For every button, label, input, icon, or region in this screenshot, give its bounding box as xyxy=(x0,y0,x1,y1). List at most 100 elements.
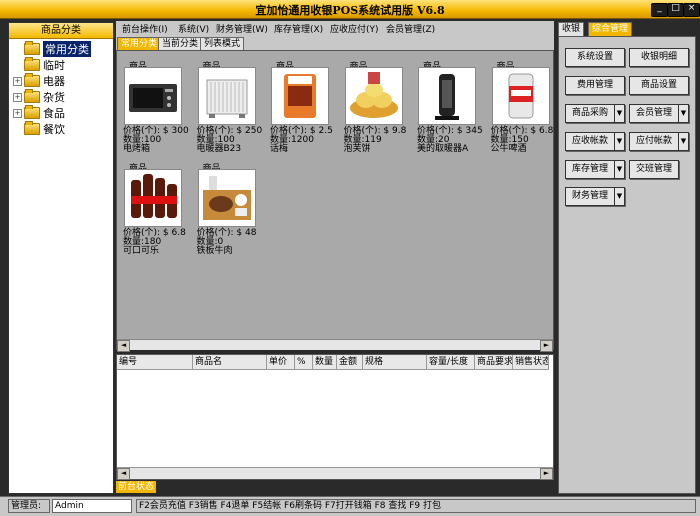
product-settings-button[interactable]: 商品设置 xyxy=(629,76,689,95)
inventory-dropdown-icon[interactable]: ▼ xyxy=(614,160,625,179)
operator-name: Admin xyxy=(52,499,132,513)
finance-dropdown-icon[interactable]: ▼ xyxy=(614,187,625,206)
tab-current[interactable]: 当前分类 xyxy=(158,37,203,51)
category-label: 餐饮 xyxy=(43,123,65,136)
product-image[interactable] xyxy=(491,67,550,125)
tab-common[interactable]: 常用分类 xyxy=(117,37,162,51)
category-label: 常用分类 xyxy=(43,41,91,57)
category-panel: 商品分类 常用分类 临时 + 电器 + 杂货 + 食品 餐饮 xyxy=(8,22,114,494)
product-info: 价格(个): $ 300 数量:100 电烤箱 xyxy=(123,127,189,154)
system-settings-button[interactable]: 系统设置 xyxy=(565,48,625,67)
column-header[interactable]: 金额 xyxy=(337,355,363,370)
minimize-button[interactable]: _ xyxy=(651,3,668,17)
tab-general-management[interactable]: 综合管理 xyxy=(588,22,633,36)
view-tabs: 常用分类 当前分类 列表模式 xyxy=(116,36,554,51)
menu-receivables[interactable]: 应收应付(Y) xyxy=(330,22,379,35)
scroll-right-icon[interactable]: ► xyxy=(540,468,553,480)
menu-front-desk[interactable]: 前台操作(I) xyxy=(122,22,168,35)
receivables-dropdown-icon[interactable]: ▼ xyxy=(614,132,625,151)
scroll-left-icon[interactable]: ◄ xyxy=(117,468,130,480)
column-header[interactable]: % xyxy=(295,355,313,370)
member-management-button[interactable]: 会员管理 xyxy=(629,104,679,123)
column-header[interactable]: 容量/长度 xyxy=(427,355,475,370)
product-card[interactable]: 商品价格(个): $ 9.8数量:119泡芙饼 xyxy=(340,55,412,154)
window-title: 宜加怡通用收银POS系统试用版 V6.8 xyxy=(255,4,445,17)
column-header[interactable]: 数量 xyxy=(313,355,337,370)
column-header[interactable]: 单价 xyxy=(267,355,295,370)
product-card[interactable]: 商品价格(个): $ 300数量:100电烤箱 xyxy=(119,55,191,154)
scroll-right-icon[interactable]: ► xyxy=(540,340,553,352)
product-card[interactable]: 商品价格(个): $ 2.5数量:1200话梅 xyxy=(266,55,338,154)
product-name: 公牛啤酒 xyxy=(490,144,527,154)
shortcut-hints: F2会员充值 F3销售 F4退单 F5结帐 F6刷条码 F7打开钱箱 F8 查找… xyxy=(136,499,696,513)
category-item[interactable]: + 食品 xyxy=(13,105,65,121)
payables-button[interactable]: 应付帐款 xyxy=(629,132,679,151)
maximize-button[interactable]: □ xyxy=(667,3,684,17)
shift-handover-button[interactable]: 交班管理 xyxy=(629,160,679,179)
product-name: 电烤箱 xyxy=(123,144,151,154)
purchase-dropdown-icon[interactable]: ▼ xyxy=(614,104,625,123)
expand-icon[interactable]: + xyxy=(13,108,22,118)
category-item[interactable]: 常用分类 xyxy=(13,41,91,57)
product-image[interactable] xyxy=(344,67,403,125)
category-item[interactable]: 临时 xyxy=(13,57,65,73)
minimize-icon: _ xyxy=(657,3,662,13)
category-label: 杂货 xyxy=(43,91,65,104)
product-card[interactable]: 商品价格(个): $ 250数量:100电暖器B23 xyxy=(193,55,265,154)
product-image[interactable] xyxy=(124,169,182,227)
expand-icon[interactable]: + xyxy=(13,76,22,86)
tab-list-mode[interactable]: 列表模式 xyxy=(200,37,245,51)
product-name: 电暖器B23 xyxy=(196,144,242,154)
folder-icon xyxy=(24,41,40,55)
product-image[interactable] xyxy=(124,67,182,125)
product-card[interactable]: 商品价格(个): $ 48数量:0铁板牛肉 xyxy=(193,157,265,256)
product-image[interactable] xyxy=(197,67,256,125)
menu-inventory[interactable]: 库存管理(X) xyxy=(274,22,323,35)
title-bar: 宜加怡通用收银POS系统试用版 V6.8 _ □ × xyxy=(0,0,700,19)
product-card[interactable]: 商品价格(个): $ 6.8数量:180可口可乐 xyxy=(119,157,191,256)
product-name: 美的取暖器A xyxy=(417,144,469,154)
inventory-management-button[interactable]: 库存管理 xyxy=(565,160,615,179)
product-image[interactable] xyxy=(197,169,256,227)
folder-icon xyxy=(24,121,40,135)
purchase-button[interactable]: 商品采购 xyxy=(565,104,615,123)
payables-dropdown-icon[interactable]: ▼ xyxy=(678,132,689,151)
menu-members[interactable]: 会员管理(Z) xyxy=(386,22,435,35)
menu-finance[interactable]: 财务管理(W) xyxy=(216,22,268,35)
column-header[interactable]: 销售状态 xyxy=(513,355,549,370)
folder-icon xyxy=(24,73,40,87)
tab-cashier[interactable]: 收银 xyxy=(558,22,585,36)
column-header[interactable]: 规格 xyxy=(363,355,427,370)
product-image[interactable] xyxy=(271,67,329,125)
category-item[interactable]: + 杂货 xyxy=(13,89,65,105)
table-horizontal-scrollbar[interactable]: ◄ ► xyxy=(117,467,553,480)
scroll-left-icon[interactable]: ◄ xyxy=(117,340,130,352)
menu-system[interactable]: 系统(V) xyxy=(178,22,209,35)
right-panel-tabs: 收银 综合管理 xyxy=(558,22,698,36)
receivables-button[interactable]: 应收帐款 xyxy=(565,132,615,151)
category-item[interactable]: + 电器 xyxy=(13,73,65,89)
close-button[interactable]: × xyxy=(683,3,700,17)
product-card[interactable]: 商品价格(个): $ 345数量:20美的取暖器A xyxy=(413,55,485,154)
close-icon: × xyxy=(687,3,696,13)
column-header[interactable]: 商品要求 xyxy=(475,355,513,370)
product-card[interactable]: 商品价格(个): $ 6.8数量:150公牛啤酒 xyxy=(487,55,554,154)
folder-icon xyxy=(24,89,40,103)
status-bar: 管理员: Admin F2会员充值 F3销售 F4退单 F5结帐 F6刷条码 F… xyxy=(0,496,700,516)
expand-icon[interactable]: + xyxy=(13,92,22,102)
sales-table: 编号 商品名 单价% 数量 金额 规格 容量/长度 商品要求 销售状态 xyxy=(116,354,554,480)
category-item[interactable]: 餐饮 xyxy=(13,121,65,137)
finance-management-button[interactable]: 财务管理 xyxy=(565,187,615,206)
column-header[interactable]: 编号 xyxy=(117,355,193,370)
column-header[interactable]: 商品名 xyxy=(193,355,267,370)
category-label: 食品 xyxy=(43,107,65,120)
product-info: 价格(个): $ 6.8 数量:180 可口可乐 xyxy=(123,229,186,256)
front-status-tab[interactable]: 前台状态 xyxy=(116,481,156,493)
product-info: 价格(个): $ 9.8 数量:119 泡芙饼 xyxy=(344,127,407,154)
grid-horizontal-scrollbar[interactable]: ◄ ► xyxy=(117,339,553,352)
cashier-detail-button[interactable]: 收银明细 xyxy=(629,48,689,67)
product-info: 价格(个): $ 48 数量:0 铁板牛肉 xyxy=(197,229,257,256)
member-dropdown-icon[interactable]: ▼ xyxy=(678,104,689,123)
product-image[interactable] xyxy=(418,67,476,125)
expense-management-button[interactable]: 费用管理 xyxy=(565,76,625,95)
